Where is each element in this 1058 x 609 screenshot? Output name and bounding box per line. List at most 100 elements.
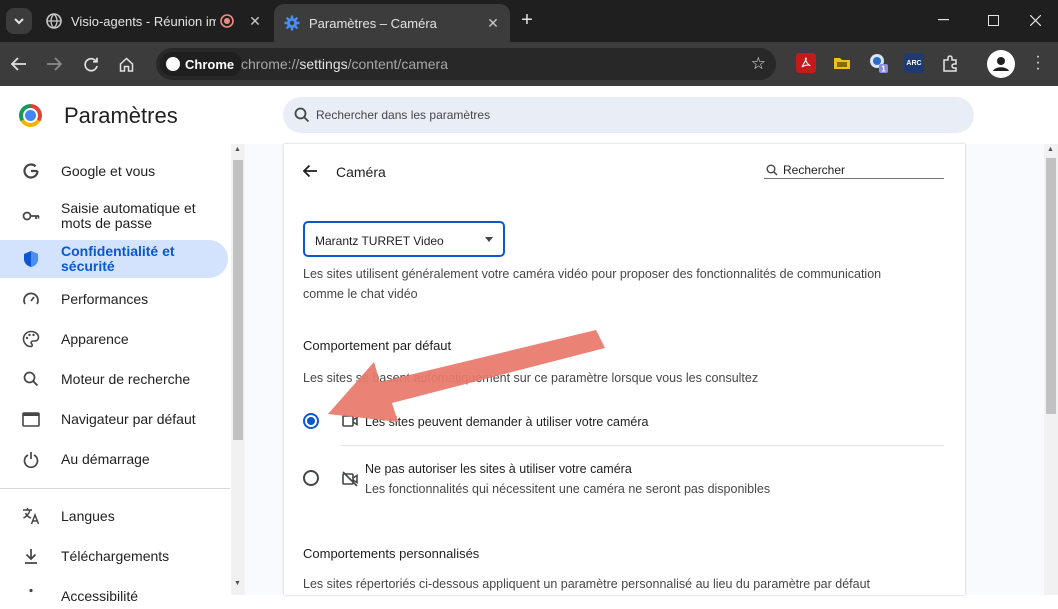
sidebar-item-performance[interactable]: Performances [0,286,228,312]
sidebar-item-appearance[interactable]: Apparence [0,326,228,352]
main-scroll-thumb[interactable] [1046,158,1056,414]
tab-close-icon[interactable]: ✕ [484,14,502,32]
custom-behaviors-description: Les sites répertoriés ci-dessous appliqu… [303,577,870,591]
dropdown-caret-icon [485,237,493,242]
sidebar-item-privacy[interactable]: Confidentialité et sécurité [0,240,228,278]
sidebar-item-label: Google et vous [61,162,156,179]
home-icon [119,56,133,72]
site-info-chip[interactable]: Chrome [160,52,243,76]
main-scrollbar[interactable]: ▲ [1044,144,1058,595]
scroll-up-arrow-icon[interactable]: ▲ [1047,146,1054,153]
sidebar-item-label: Accessibilité [61,587,139,604]
sidebar-item-label: Saisie automatique et mots de passe [61,200,196,231]
address-bar[interactable]: Chrome chrome://settings/content/camera … [156,48,776,80]
svg-text:1: 1 [881,65,886,74]
tab-title: Paramètres – Caméra [309,15,437,31]
browser-toolbar: Chrome chrome://settings/content/camera … [0,42,1058,86]
url-domain: settings [299,56,348,72]
url-text[interactable]: chrome://settings/content/camera [241,56,448,72]
sidebar-item-default-browser[interactable]: Navigateur par défaut [0,406,228,432]
settings-header: Paramètres Rechercher dans les paramètre… [0,86,1058,144]
tab-settings-camera[interactable]: Paramètres – Caméra ✕ [274,4,510,42]
tab-title: Visio-agents - Réunion impr [71,13,216,29]
sidebar-item-google[interactable]: Google et vous [0,158,228,184]
new-tab-button[interactable]: + [516,10,538,32]
power-icon [21,449,41,469]
person-icon [993,57,1009,71]
camera-search-input[interactable]: Rechercher [764,161,944,179]
tab-visio-agents[interactable]: Visio-agents - Réunion impr ✕ [36,4,272,38]
search-placeholder: Rechercher [783,163,846,177]
key-icon [21,206,41,226]
forward-button[interactable] [40,50,68,78]
sidebar-scroll-thumb[interactable] [233,160,243,440]
sidebar-divider [0,488,230,489]
more-menu-icon[interactable]: · · · [1032,49,1044,77]
search-icon [294,107,310,123]
radio-block[interactable] [303,470,319,486]
sidebar-item-label: Au démarrage [61,450,150,467]
annotation-arrow-shape [328,330,605,422]
palette-icon [21,329,41,349]
download-icon [21,546,41,566]
device-description-line-2: comme le chat vidéo [303,287,418,301]
search-placeholder: Rechercher dans les paramètres [316,108,491,122]
cloud-icon: 1 [870,54,888,74]
option-block-label[interactable]: Ne pas autoriser les sites à utiliser vo… [365,462,632,476]
chip-label: Chrome [185,56,235,72]
back-button[interactable] [5,50,33,78]
badge-extension-icon[interactable]: 1 [868,53,888,73]
home-button[interactable] [112,50,140,78]
profile-avatar[interactable] [987,50,1015,78]
custom-behaviors-heading: Comportements personnalisés [303,546,480,561]
annotation-arrow [328,330,605,422]
reload-icon [83,57,98,72]
reload-button[interactable] [77,50,105,78]
minimize-icon [937,19,949,21]
search-icon [766,164,778,176]
sidebar-item-search-engine[interactable]: Moteur de recherche [0,366,228,392]
settings-search-input[interactable]: Rechercher dans les paramètres [283,97,974,133]
tab-close-icon[interactable]: ✕ [246,12,264,30]
google-icon [21,161,41,181]
sidebar-item-accessibility[interactable]: Accessibilité [0,583,228,609]
chrome-icon [166,57,180,71]
tab-strip: Visio-agents - Réunion impr ✕ Paramètres… [0,0,1058,42]
extensions-puzzle-icon[interactable] [940,53,960,73]
sidebar-item-label: Moteur de recherche [61,370,191,387]
translate-icon [21,506,41,526]
scroll-down-arrow-icon[interactable]: ▼ [234,580,241,587]
folder-extension-icon[interactable] [832,53,852,73]
recording-icon [220,14,234,28]
maximize-button[interactable] [970,0,1016,40]
back-arrow-icon[interactable] [301,162,319,180]
sidebar-item-startup[interactable]: Au démarrage [0,446,228,472]
url-path: /content/camera [347,56,448,72]
sidebar-item-languages[interactable]: Langues [0,503,228,529]
minimize-button[interactable] [920,0,966,40]
folder-icon [834,58,850,69]
close-window-button[interactable] [1012,0,1058,40]
acrobat-icon [801,57,811,68]
shield-icon [21,249,41,269]
sidebar-item-autofill[interactable]: Saisie automatique et mots de passe [0,200,228,232]
scroll-up-arrow-icon[interactable]: ▲ [234,146,241,153]
page-title: Paramètres [64,103,178,128]
sidebar-scrollbar[interactable]: ▲ ▼ [231,144,245,595]
arc-extension-icon[interactable]: ARC [904,53,924,73]
camera-device-select[interactable]: Marantz TURRET Video [303,221,505,257]
sidebar-item-downloads[interactable]: Téléchargements [0,543,228,569]
sidebar-item-label: Langues [61,507,115,524]
chevron-down-icon [14,17,24,24]
bookmark-star-icon[interactable]: ☆ [751,54,766,74]
radio-allow-ask[interactable] [303,413,319,429]
device-description-line-1: Les sites utilisent généralement votre c… [303,267,882,281]
page-subtitle: Caméra [336,164,386,180]
gear-icon [284,15,300,31]
search-icon [21,369,41,389]
option-divider [341,445,944,446]
sidebar-item-label: Confidentialité et sécurité [61,243,175,274]
accessibility-icon [21,586,41,606]
pdf-extension-icon[interactable] [796,53,816,73]
tab-search-button[interactable] [6,8,32,34]
